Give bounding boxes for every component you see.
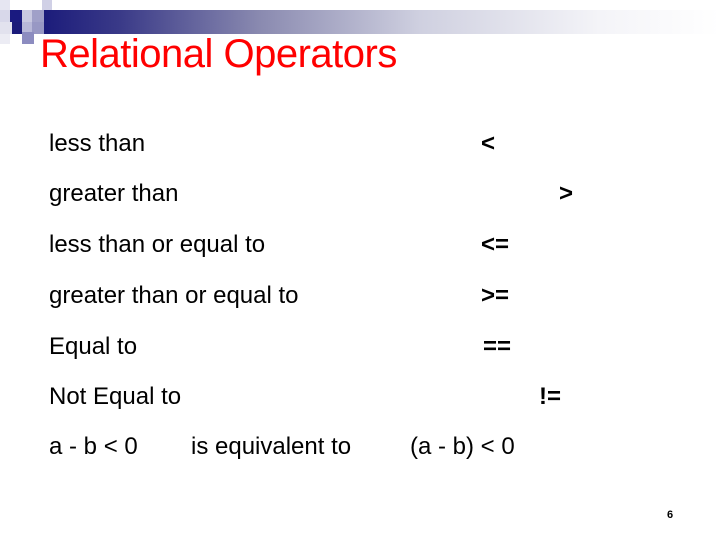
operator-symbol-not-equal: != (539, 383, 562, 410)
operator-symbol-less-than: < (481, 130, 496, 157)
operator-symbol-greater-than: > (559, 180, 574, 207)
header-gradient-bar (0, 10, 720, 34)
operator-symbol-equal: == (483, 333, 512, 360)
operator-label-less-than: less than (49, 130, 146, 157)
operator-label-greater-equal: greater than or equal to (49, 282, 299, 309)
operator-symbol-greater-equal: >= (481, 282, 510, 309)
equivalence-right-expression: (a - b) < 0 (410, 433, 515, 460)
page-number: 6 (667, 509, 674, 521)
equivalence-connector-text: is equivalent to (191, 433, 352, 460)
operator-symbol-less-equal: <= (481, 231, 510, 258)
operator-label-greater-than: greater than (49, 180, 179, 207)
operator-label-not-equal: Not Equal to (49, 383, 182, 410)
slide-title: Relational Operators (40, 32, 397, 76)
equivalence-left-expression: a - b < 0 (49, 433, 138, 460)
operator-label-equal: Equal to (49, 333, 138, 360)
operator-label-less-equal: less than or equal to (49, 231, 266, 258)
